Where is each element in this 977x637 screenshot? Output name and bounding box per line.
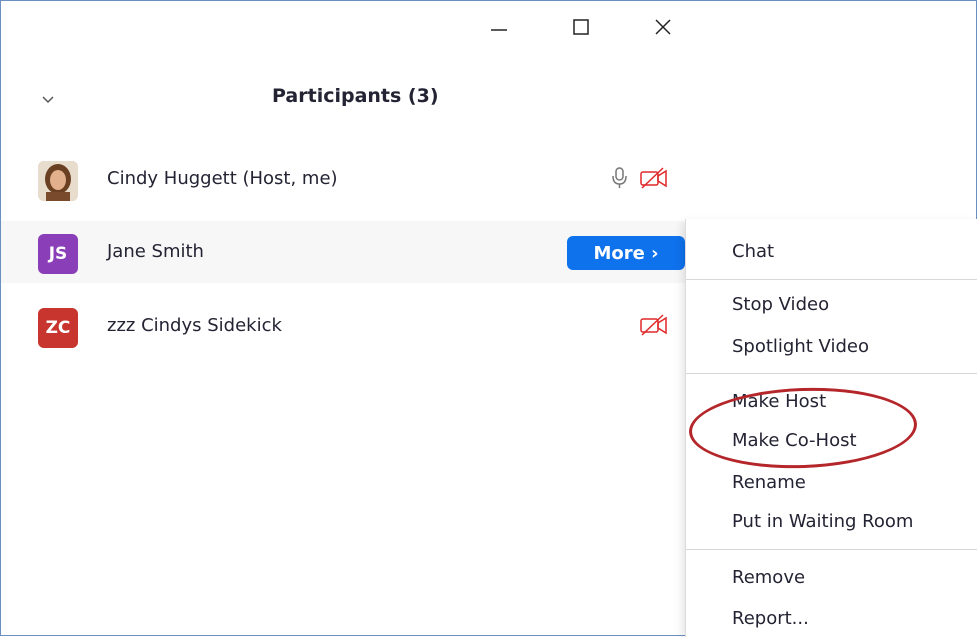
video-off-icon[interactable]: [639, 166, 669, 190]
profile-photo: [38, 161, 78, 201]
maximize-button[interactable]: [559, 7, 603, 47]
menu-item-stop-video[interactable]: Stop Video: [732, 294, 829, 315]
menu-item-put-in-waiting-room[interactable]: Put in Waiting Room: [732, 511, 913, 532]
close-button[interactable]: [641, 7, 685, 47]
participant-row-cindy[interactable]: Cindy Huggett (Host, me): [1, 148, 701, 210]
menu-separator: [686, 373, 977, 374]
participant-name: zzz Cindys Sidekick: [107, 315, 282, 336]
menu-item-chat[interactable]: Chat: [732, 241, 774, 262]
menu-separator: [686, 549, 977, 550]
avatar: ZC: [38, 308, 78, 348]
participant-row-sidekick[interactable]: ZC zzz Cindys Sidekick: [1, 295, 701, 357]
menu-separator: [686, 279, 977, 280]
participant-row-jane[interactable]: JS Jane Smith More ›: [1, 221, 701, 283]
maximize-icon: [573, 19, 589, 35]
collapse-button[interactable]: [35, 87, 61, 113]
menu-item-remove[interactable]: Remove: [732, 567, 805, 588]
panel-title: Participants (3): [272, 85, 439, 107]
microphone-icon[interactable]: [610, 166, 630, 190]
menu-item-rename[interactable]: Rename: [732, 472, 806, 493]
menu-item-spotlight-video[interactable]: Spotlight Video: [732, 336, 869, 357]
participant-name: Cindy Huggett (Host, me): [107, 168, 338, 189]
participants-window: Participants (3) Cindy Huggett (Host, me…: [0, 0, 977, 637]
minimize-button[interactable]: [477, 7, 521, 47]
more-button[interactable]: More ›: [567, 236, 685, 270]
menu-item-report[interactable]: Report...: [732, 608, 809, 629]
close-icon: [655, 19, 671, 35]
avatar: JS: [38, 234, 78, 274]
participant-name: Jane Smith: [107, 241, 204, 262]
chevron-down-icon: [42, 96, 54, 104]
video-off-icon[interactable]: [639, 313, 669, 337]
minimize-icon: [491, 29, 507, 31]
avatar: [38, 161, 78, 201]
